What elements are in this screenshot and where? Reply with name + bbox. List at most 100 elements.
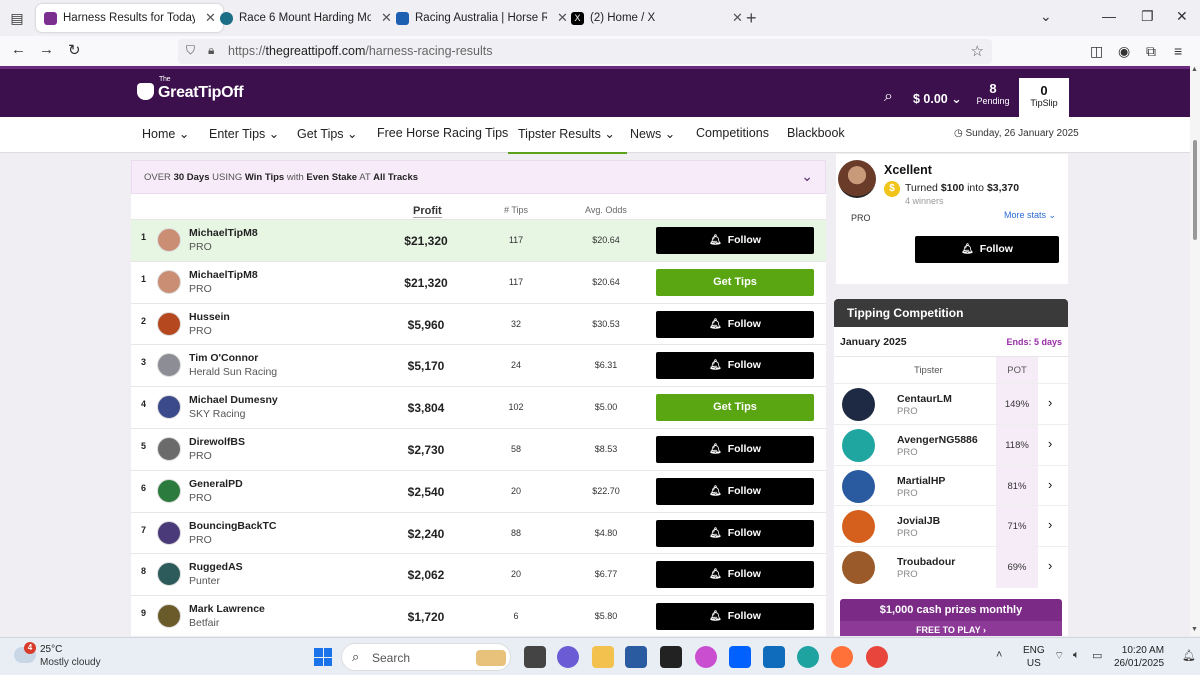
account-icon[interactable]: ◉	[1118, 43, 1130, 60]
avatar[interactable]	[842, 510, 875, 544]
scroll-down-icon[interactable]: ▼	[1191, 626, 1198, 633]
follow-button[interactable]: 🔔︎ Follow	[656, 227, 814, 254]
tipster-name[interactable]: MichaelTipM8	[189, 269, 258, 281]
follow-button[interactable]: 🔔︎ Follow	[656, 603, 814, 631]
chevron-right-icon[interactable]: ›	[1048, 477, 1052, 492]
column-header-tips[interactable]: # Tips	[504, 205, 528, 215]
tab-list-icon[interactable]: ▤	[6, 8, 28, 28]
get-tips-button[interactable]: Get Tips	[656, 394, 814, 422]
avatar[interactable]	[157, 520, 181, 545]
competition-row[interactable]: AvengerNG5886 PRO 118% ›	[834, 423, 1068, 466]
avatar[interactable]	[157, 395, 181, 420]
avatar[interactable]	[157, 228, 181, 252]
column-header-profit[interactable]: Profit	[413, 205, 442, 218]
notifications-icon[interactable]: 🔔︎	[1182, 649, 1196, 662]
nav-tipster-results[interactable]: Tipster Results ⌄	[508, 126, 627, 154]
column-header-avg-odds[interactable]: Avg. Odds	[585, 205, 627, 215]
shield-icon[interactable]: ⛉	[186, 43, 195, 58]
nav-get-tips[interactable]: Get Tips ⌄	[297, 126, 358, 141]
tipster-name[interactable]: Xcellent	[884, 163, 932, 177]
results-filter[interactable]: OVER 30 Days USING Win Tips with Even St…	[131, 160, 826, 194]
competition-row[interactable]: CentaurLM PRO 149% ›	[834, 383, 1068, 425]
close-window-icon[interactable]: ✕	[1176, 8, 1188, 25]
restore-icon[interactable]: ❐	[1141, 8, 1154, 25]
follow-button[interactable]: 🔔︎ Follow	[656, 519, 814, 547]
windows-start-icon[interactable]	[314, 648, 332, 666]
follow-button[interactable]: 🔔︎ Follow	[656, 436, 814, 463]
avatar[interactable]	[157, 269, 181, 294]
amazon-icon[interactable]	[660, 646, 682, 668]
tipster-name[interactable]: Hussein	[189, 311, 230, 323]
tipster-name[interactable]: Troubadour	[897, 556, 955, 568]
table-row[interactable]: 1 MichaelTipM8 PRO $21,320 117 $20.64 🔔︎ Follow	[131, 219, 826, 261]
tipster-name[interactable]: RuggedAS	[189, 561, 243, 573]
tray-chevron-icon[interactable]: ˄	[996, 649, 1002, 661]
avatar[interactable]	[157, 311, 181, 336]
nav-news[interactable]: News ⌄	[630, 126, 675, 141]
free-to-play-button[interactable]: FREE TO PLAY ›	[840, 621, 1062, 636]
avatar[interactable]	[157, 437, 181, 461]
tipster-name[interactable]: GeneralPD	[189, 478, 243, 490]
dropbox-icon[interactable]	[729, 646, 751, 668]
tipster-name[interactable]: Michael Dumesny	[189, 394, 278, 406]
reload-icon[interactable]: ↻	[68, 41, 81, 59]
forward-icon[interactable]: →	[39, 41, 54, 58]
table-row[interactable]: 7 BouncingBackTC PRO $2,240 88 $4.80 🔔︎ Follow	[131, 511, 826, 554]
table-row[interactable]: 8 RuggedAS Punter $2,062 20 $6.77 🔔︎ Follow	[131, 553, 826, 596]
store-icon[interactable]	[625, 646, 647, 668]
tipster-name[interactable]: Tim O'Connor	[189, 352, 258, 364]
tipster-name[interactable]: MichaelTipM8	[189, 227, 258, 239]
avatar[interactable]	[842, 388, 875, 421]
address-bar[interactable]: ⛉ 🔒︎ https://thegreattipoff.com/harness-…	[178, 39, 992, 64]
tipster-name[interactable]: BouncingBackTC	[189, 520, 277, 532]
volume-icon[interactable]: 🔈︎	[1073, 649, 1080, 662]
table-row[interactable]: 3 Tim O'Connor Herald Sun Racing $5,170 24 $6…	[131, 344, 826, 387]
browser-tab-4[interactable]: X (2) Home / X ✕	[563, 4, 750, 32]
tab-overflow-chevron-icon[interactable]: ⌄	[1040, 8, 1052, 25]
chat-icon[interactable]	[557, 646, 579, 668]
weather-condition[interactable]: Mostly cloudy	[40, 657, 101, 668]
chevron-right-icon[interactable]: ›	[1048, 395, 1052, 410]
new-tab-icon[interactable]: +	[746, 8, 757, 29]
taskbar-search[interactable]: ⌕ Search	[341, 643, 511, 671]
nav-competitions[interactable]: Competitions	[696, 126, 769, 140]
wifi-icon[interactable]: ⌔	[1054, 649, 1064, 663]
system-clock[interactable]: 10:20 AM 26/01/2025	[1114, 644, 1164, 670]
follow-button[interactable]: 🔔︎ Follow	[915, 236, 1059, 263]
get-tips-button[interactable]: Get Tips	[656, 268, 814, 296]
tipster-name[interactable]: MartialHP	[897, 475, 945, 487]
chevron-right-icon[interactable]: ›	[1048, 436, 1052, 451]
balance-dropdown[interactable]: $ 0.00 ⌄	[913, 91, 962, 106]
follow-button[interactable]: 🔔︎ Follow	[656, 477, 814, 505]
nav-blackbook[interactable]: Blackbook	[787, 126, 845, 140]
lock-icon[interactable]: 🔒︎	[208, 43, 214, 58]
browser-tab-2[interactable]: Race 6 Mount Harding Molly M ✕	[212, 4, 399, 32]
url-text[interactable]: https://thegreattipoff.com/harness-racin…	[228, 44, 493, 58]
menu-icon[interactable]: ≡	[1174, 43, 1182, 59]
nav-home[interactable]: Home ⌄	[142, 126, 189, 141]
file-explorer-icon[interactable]	[592, 646, 614, 668]
nav-free-horse-racing-tips[interactable]: Free Horse Racing Tips	[377, 126, 508, 140]
browser-tab-1[interactable]: Harness Results for Today & Yes ✕	[36, 4, 223, 32]
tipster-name[interactable]: CentaurLM	[897, 393, 952, 405]
tipster-name[interactable]: AvengerNG5886	[897, 434, 978, 446]
avatar[interactable]	[842, 428, 875, 462]
follow-button[interactable]: 🔔︎ Follow	[656, 310, 814, 338]
follow-button[interactable]: 🔔︎ Follow	[656, 352, 814, 380]
avatar[interactable]	[157, 604, 181, 629]
edge-icon[interactable]	[797, 646, 819, 668]
pending-button[interactable]: 8 Pending	[972, 81, 1014, 106]
chevron-right-icon[interactable]: ›	[1048, 517, 1052, 532]
bookmark-star-icon[interactable]: ☆	[971, 42, 984, 60]
table-row[interactable]: 6 GeneralPD PRO $2,540 20 $22.70 🔔︎ Follow	[131, 469, 826, 512]
chrome-icon[interactable]	[866, 646, 888, 668]
tipster-name[interactable]: JovialJB	[897, 515, 940, 527]
firefox-icon[interactable]	[831, 646, 853, 668]
table-row[interactable]: 5 DirewolfBS PRO $2,730 58 $8.53 🔔︎ Follow	[131, 428, 826, 470]
extensions-icon[interactable]: ⧉	[1146, 43, 1156, 60]
table-row[interactable]: 2 Hussein PRO $5,960 32 $30.53 🔔︎ Follow	[131, 302, 826, 345]
avatar[interactable]	[838, 160, 876, 198]
tipslip-button[interactable]: 0 TipSlip	[1019, 78, 1069, 120]
battery-icon[interactable]: ▭	[1092, 649, 1102, 662]
nav-enter-tips[interactable]: Enter Tips ⌄	[209, 126, 279, 141]
